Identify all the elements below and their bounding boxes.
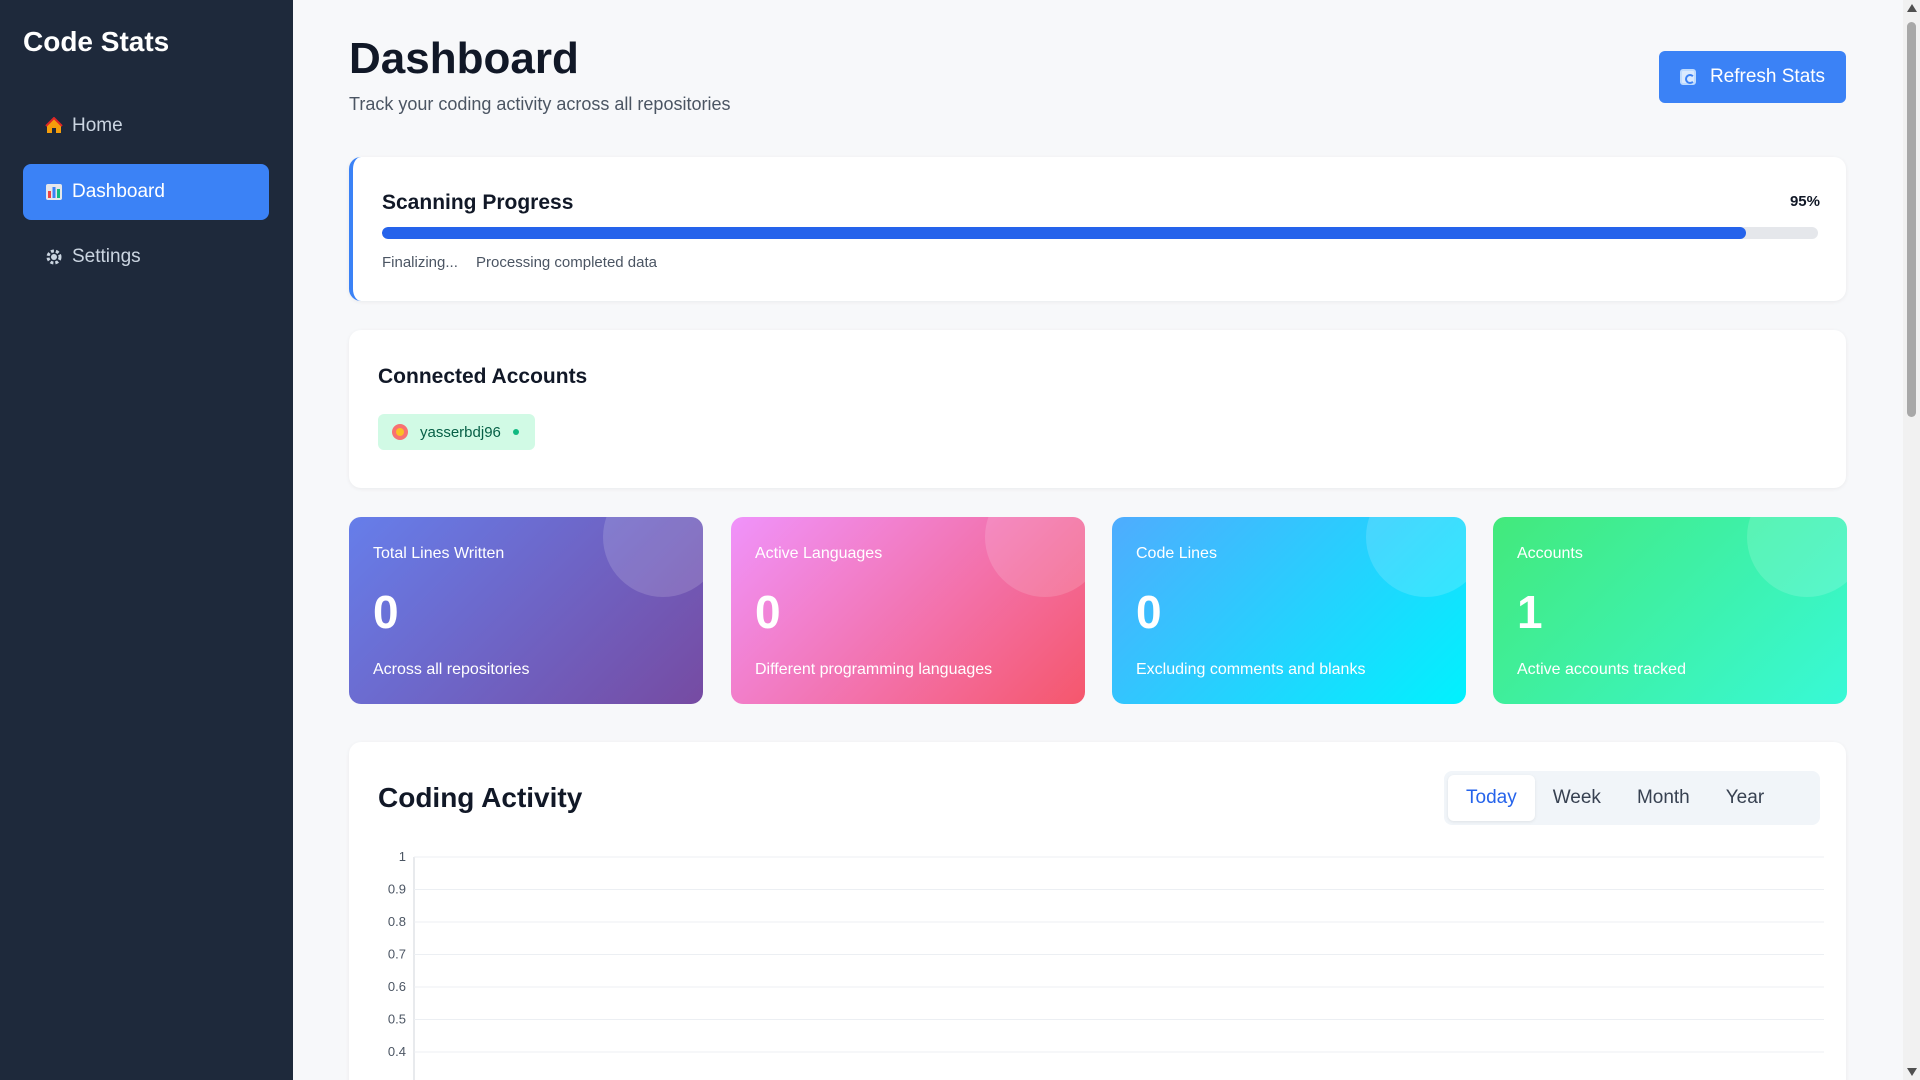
sidebar-item-settings[interactable]: Settings: [23, 229, 269, 285]
scroll-thumb[interactable]: [1907, 22, 1916, 417]
tab-week[interactable]: Week: [1535, 775, 1619, 821]
scan-title: Scanning Progress: [382, 191, 574, 214]
scroll-down-arrow-icon[interactable]: [1907, 1068, 1917, 1076]
stat-note: Active accounts tracked: [1517, 661, 1686, 678]
y-tick-label: 0.5: [388, 1012, 406, 1027]
stat-note: Different programming languages: [755, 661, 993, 678]
y-tick-label: 0.9: [388, 882, 406, 897]
y-tick-label: 0.7: [388, 947, 406, 962]
scan-detail: Processing completed data: [476, 254, 657, 271]
scan-stage: Finalizing...: [382, 254, 458, 271]
stat-value: 1: [1517, 586, 1543, 638]
app-brand: Code Stats: [23, 26, 170, 57]
house-icon: [44, 116, 64, 136]
decorative-circle: [985, 517, 1085, 597]
gear-icon: [44, 247, 64, 267]
decorative-circle: [1747, 517, 1847, 597]
connected-status-dot: [512, 429, 519, 435]
stat-value: 0: [373, 586, 399, 638]
coding-activity-card: Coding Activity Today Week Month Year 1 0…: [349, 742, 1846, 1080]
progress-bar-fill: [382, 227, 1747, 239]
page-subtitle: Track your coding activity across all re…: [349, 94, 731, 114]
account-name: yasserbdj96: [420, 423, 501, 441]
refresh-stats-label: Refresh Stats: [1709, 66, 1826, 87]
activity-chart: 1 0.9 0.8 0.7 0.6 0.5 0.4: [388, 849, 1824, 1080]
stat-card-active-languages: Active Languages 0 Different programming…: [731, 517, 1085, 704]
scroll-up-arrow-icon[interactable]: [1907, 4, 1917, 12]
stat-value: 0: [1136, 586, 1162, 638]
tab-month[interactable]: Month: [1619, 775, 1708, 821]
stat-label: Total Lines Written: [373, 545, 505, 562]
sidebar-item-label: Settings: [72, 246, 141, 267]
page-scrollbar[interactable]: [1903, 0, 1920, 1080]
decorative-circle: [603, 517, 703, 597]
sidebar-item-home[interactable]: Home: [23, 98, 269, 154]
account-avatar-icon: [392, 424, 408, 440]
page-title: Dashboard: [349, 34, 579, 83]
scanning-progress-card: Scanning Progress 95% Finalizing... Proc…: [349, 157, 1846, 301]
stat-label: Code Lines: [1136, 545, 1217, 562]
period-tabs: Today Week Month Year: [1444, 771, 1820, 825]
sidebar-item-label: Home: [72, 115, 123, 136]
activity-title: Coding Activity: [378, 782, 583, 813]
refresh-stats-button[interactable]: Refresh Stats: [1659, 51, 1846, 103]
accounts-title: Connected Accounts: [378, 365, 588, 388]
stat-value: 0: [755, 586, 781, 638]
progress-bar: [382, 227, 1818, 239]
scan-status: Finalizing... Processing completed data: [382, 254, 657, 271]
sidebar-item-label: Dashboard: [72, 181, 165, 202]
stat-label: Accounts: [1517, 545, 1583, 562]
stat-card-accounts: Accounts 1 Active accounts tracked: [1493, 517, 1847, 704]
scan-percent: 95%: [1789, 193, 1820, 210]
refresh-icon: [1679, 69, 1696, 85]
stat-label: Active Languages: [755, 545, 883, 562]
stat-note: Excluding comments and blanks: [1136, 661, 1366, 678]
y-tick-label: 1: [399, 849, 406, 864]
tab-today[interactable]: Today: [1448, 775, 1535, 821]
y-tick-label: 0.4: [388, 1044, 406, 1059]
decorative-circle: [1366, 517, 1466, 597]
y-tick-label: 0.6: [388, 979, 406, 994]
main-content: Dashboard Track your coding activity acr…: [293, 0, 1903, 1080]
sidebar: Code Stats Home Dashboard Settings: [0, 0, 293, 1080]
bar-chart-icon: [44, 182, 64, 202]
sidebar-item-dashboard[interactable]: Dashboard: [23, 164, 269, 220]
y-tick-label: 0.8: [388, 914, 406, 929]
stat-card-total-lines: Total Lines Written 0 Across all reposit…: [349, 517, 703, 704]
tab-year[interactable]: Year: [1708, 775, 1782, 821]
stat-note: Across all repositories: [373, 661, 530, 678]
stat-card-code-lines: Code Lines 0 Excluding comments and blan…: [1112, 517, 1466, 704]
connected-accounts-card: Connected Accounts yasserbdj96: [349, 330, 1846, 488]
account-chip[interactable]: yasserbdj96: [378, 414, 535, 450]
